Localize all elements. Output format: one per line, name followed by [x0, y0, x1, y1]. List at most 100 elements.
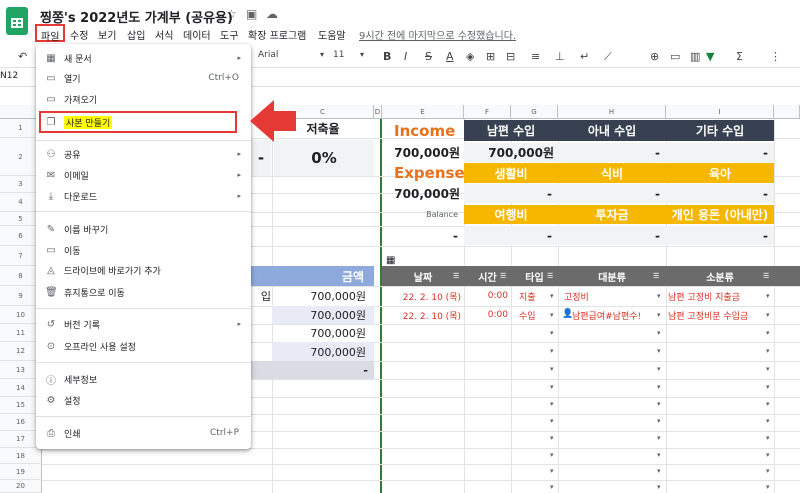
- amount-cell[interactable]: 700,000원: [272, 306, 374, 324]
- chevron-down-icon[interactable]: ▾: [550, 292, 554, 300]
- amount-cell[interactable]: 700,000원: [272, 342, 374, 361]
- more-icon[interactable]: ⋮: [770, 50, 781, 63]
- document-title[interactable]: 찡쫑's 2022년도 가계부 (공유용): [40, 7, 233, 26]
- table-header-minor[interactable]: 소분류: [666, 266, 774, 286]
- food-cost-value[interactable]: -: [558, 184, 666, 203]
- filter-icon[interactable]: ☰: [547, 272, 553, 280]
- col-header-i[interactable]: I: [666, 105, 774, 119]
- menu-item-open[interactable]: ▭ 열기 Ctrl+O: [36, 68, 251, 88]
- childcare-header[interactable]: 육아: [666, 163, 774, 183]
- sheets-logo-icon[interactable]: [6, 7, 28, 35]
- amount-cell[interactable]: 700,000원: [272, 324, 374, 342]
- menu-item-email[interactable]: ✉ 이메일 ▸: [36, 165, 251, 185]
- amount-header[interactable]: 금액: [251, 266, 374, 286]
- font-size-select[interactable]: 11: [333, 50, 344, 60]
- menu-file[interactable]: 파일: [35, 24, 66, 43]
- menu-item-new[interactable]: ▦ 새 문서 ▸: [36, 48, 251, 68]
- chevron-down-icon[interactable]: ▾: [657, 365, 661, 373]
- amount-total-cell[interactable]: -: [251, 361, 374, 379]
- row1-minor[interactable]: 남편 고정비 지출금: [666, 286, 774, 306]
- chevron-down-icon[interactable]: ▾: [550, 434, 554, 442]
- text-color-button[interactable]: A: [446, 50, 454, 63]
- menu-item-details[interactable]: ⓘ 세부정보: [36, 369, 251, 389]
- menu-help[interactable]: 도움말: [318, 27, 346, 42]
- row2-time[interactable]: 0:00: [464, 306, 511, 324]
- chevron-down-icon[interactable]: ▾: [320, 50, 324, 59]
- living-cost-value[interactable]: -: [464, 184, 558, 203]
- chevron-down-icon[interactable]: ▾: [766, 365, 770, 373]
- menu-item-import[interactable]: ▭ 가져오기: [36, 89, 251, 109]
- link-icon[interactable]: ⊕: [650, 50, 659, 63]
- chevron-down-icon[interactable]: ▾: [550, 365, 554, 373]
- strikethrough-button[interactable]: S: [425, 50, 432, 63]
- menu-edit[interactable]: 수정: [70, 27, 88, 42]
- chevron-down-icon[interactable]: ▾: [550, 451, 554, 459]
- menu-item-trash[interactable]: 🗑 휴지통으로 이동: [36, 282, 251, 302]
- row-header[interactable]: 19: [0, 464, 42, 480]
- wife-income-value[interactable]: -: [558, 143, 666, 162]
- font-select[interactable]: Arial: [258, 50, 278, 60]
- text-wrap-icon[interactable]: ↵: [580, 50, 589, 63]
- col-header-f[interactable]: F: [464, 105, 511, 119]
- undo-icon[interactable]: ↶: [18, 50, 27, 63]
- chevron-down-icon[interactable]: ▾: [550, 329, 554, 337]
- chevron-down-icon[interactable]: ▾: [360, 50, 364, 59]
- row2-major[interactable]: 남편급여#남편수!: [572, 306, 660, 324]
- chevron-down-icon[interactable]: ▾: [657, 292, 661, 300]
- chevron-down-icon[interactable]: ▾: [766, 329, 770, 337]
- star-icon[interactable]: ☆: [226, 7, 237, 21]
- menu-format[interactable]: 서식: [155, 27, 173, 42]
- chevron-down-icon[interactable]: ▾: [766, 467, 770, 475]
- row1-major[interactable]: 고정비: [558, 286, 666, 306]
- chevron-down-icon[interactable]: ▾: [657, 434, 661, 442]
- fill-color-icon[interactable]: ◈: [466, 50, 474, 63]
- menu-tools[interactable]: 도구: [220, 27, 238, 42]
- other-income-header[interactable]: 기타 수입: [666, 120, 774, 141]
- chevron-down-icon[interactable]: ▾: [766, 400, 770, 408]
- menu-item-move[interactable]: ▭ 이동: [36, 240, 251, 260]
- bold-button[interactable]: B: [383, 50, 391, 63]
- col-header-j[interactable]: [774, 105, 800, 119]
- menu-item-rename[interactable]: ✎ 이름 바꾸기: [36, 219, 251, 239]
- investment-header[interactable]: 투자금: [558, 205, 666, 224]
- menu-data[interactable]: 데이터: [183, 27, 211, 42]
- menu-insert[interactable]: 삽입: [127, 27, 145, 42]
- chevron-down-icon[interactable]: ▾: [550, 483, 554, 491]
- menu-item-add-shortcut[interactable]: ◬ 드라이브에 바로가기 추가: [36, 260, 251, 280]
- living-cost-header[interactable]: 생활비: [464, 163, 558, 183]
- filter-icon[interactable]: ☰: [653, 272, 659, 280]
- investment-value[interactable]: -: [558, 226, 666, 245]
- table-header-major[interactable]: 대분류: [558, 266, 666, 286]
- row-header[interactable]: 20: [0, 480, 42, 493]
- col-header-g[interactable]: G: [511, 105, 558, 119]
- other-income-value[interactable]: -: [666, 143, 774, 162]
- chevron-down-icon[interactable]: ▾: [550, 383, 554, 391]
- amount-cell[interactable]: 700,000원: [272, 286, 374, 306]
- chevron-down-icon[interactable]: ▾: [657, 383, 661, 391]
- chevron-down-icon[interactable]: ▾: [657, 347, 661, 355]
- chevron-down-icon[interactable]: ▾: [766, 451, 770, 459]
- chevron-down-icon[interactable]: ▾: [766, 434, 770, 442]
- expenses-total-value[interactable]: 700,000원: [382, 184, 464, 203]
- menu-item-download[interactable]: ⤓ 다운로드 ▸: [36, 186, 251, 206]
- row2-minor[interactable]: 남편 고정비분 수입금: [666, 306, 774, 324]
- comment-icon[interactable]: ▭: [670, 50, 680, 63]
- chevron-down-icon[interactable]: ▾: [766, 417, 770, 425]
- travel-cost-header[interactable]: 여행비: [464, 205, 558, 224]
- chevron-down-icon[interactable]: ▾: [550, 311, 554, 319]
- type-partial-cell[interactable]: 입: [251, 286, 271, 306]
- food-cost-header[interactable]: 식비: [558, 163, 666, 183]
- filter-icon[interactable]: ☰: [763, 272, 769, 280]
- italic-button[interactable]: I: [404, 50, 407, 63]
- chevron-down-icon[interactable]: ▾: [657, 483, 661, 491]
- menu-item-settings[interactable]: ⚙ 설정: [36, 390, 251, 410]
- merge-cells-icon[interactable]: ⊟: [506, 50, 515, 63]
- chevron-down-icon[interactable]: ▾: [657, 451, 661, 459]
- align-left-icon[interactable]: ≡: [531, 50, 540, 63]
- personal-allowance-value[interactable]: -: [666, 226, 774, 245]
- chevron-down-icon[interactable]: ▾: [550, 400, 554, 408]
- childcare-value[interactable]: -: [666, 184, 774, 203]
- chevron-down-icon[interactable]: ▾: [657, 417, 661, 425]
- filter-icon[interactable]: ▼: [706, 50, 714, 63]
- menu-item-version-history[interactable]: ↺ 버전 기록 ▸: [36, 314, 251, 334]
